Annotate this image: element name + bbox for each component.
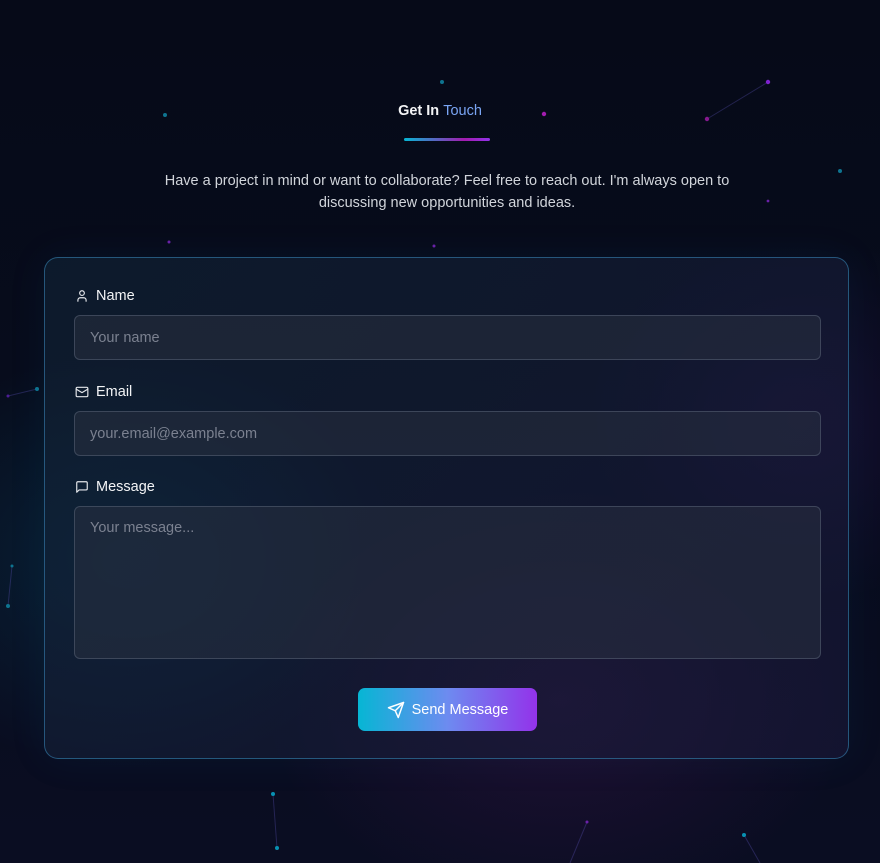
intro-text: Have a project in mind or want to collab…	[164, 173, 730, 211]
send-icon	[387, 701, 405, 719]
user-icon	[75, 289, 89, 303]
email-label: Email	[75, 384, 132, 400]
message-label: Message	[75, 479, 155, 495]
email-input[interactable]	[74, 411, 821, 456]
title-part-highlight: Touch	[443, 103, 482, 119]
name-label-text: Name	[96, 288, 135, 304]
message-icon	[75, 480, 89, 494]
title-part-primary: Get In	[398, 103, 440, 119]
section-title: Get In Touch	[0, 103, 880, 119]
message-label-text: Message	[96, 479, 155, 495]
send-message-label: Send Message	[411, 701, 509, 718]
title-underline	[404, 138, 490, 141]
message-textarea[interactable]	[74, 506, 821, 659]
send-message-button[interactable]: Send Message	[358, 688, 537, 731]
mail-icon	[75, 385, 89, 399]
email-label-text: Email	[96, 384, 133, 400]
name-input[interactable]	[74, 315, 821, 360]
name-label: Name	[75, 288, 135, 304]
contact-form: Name Email Message Send Message	[44, 257, 849, 759]
